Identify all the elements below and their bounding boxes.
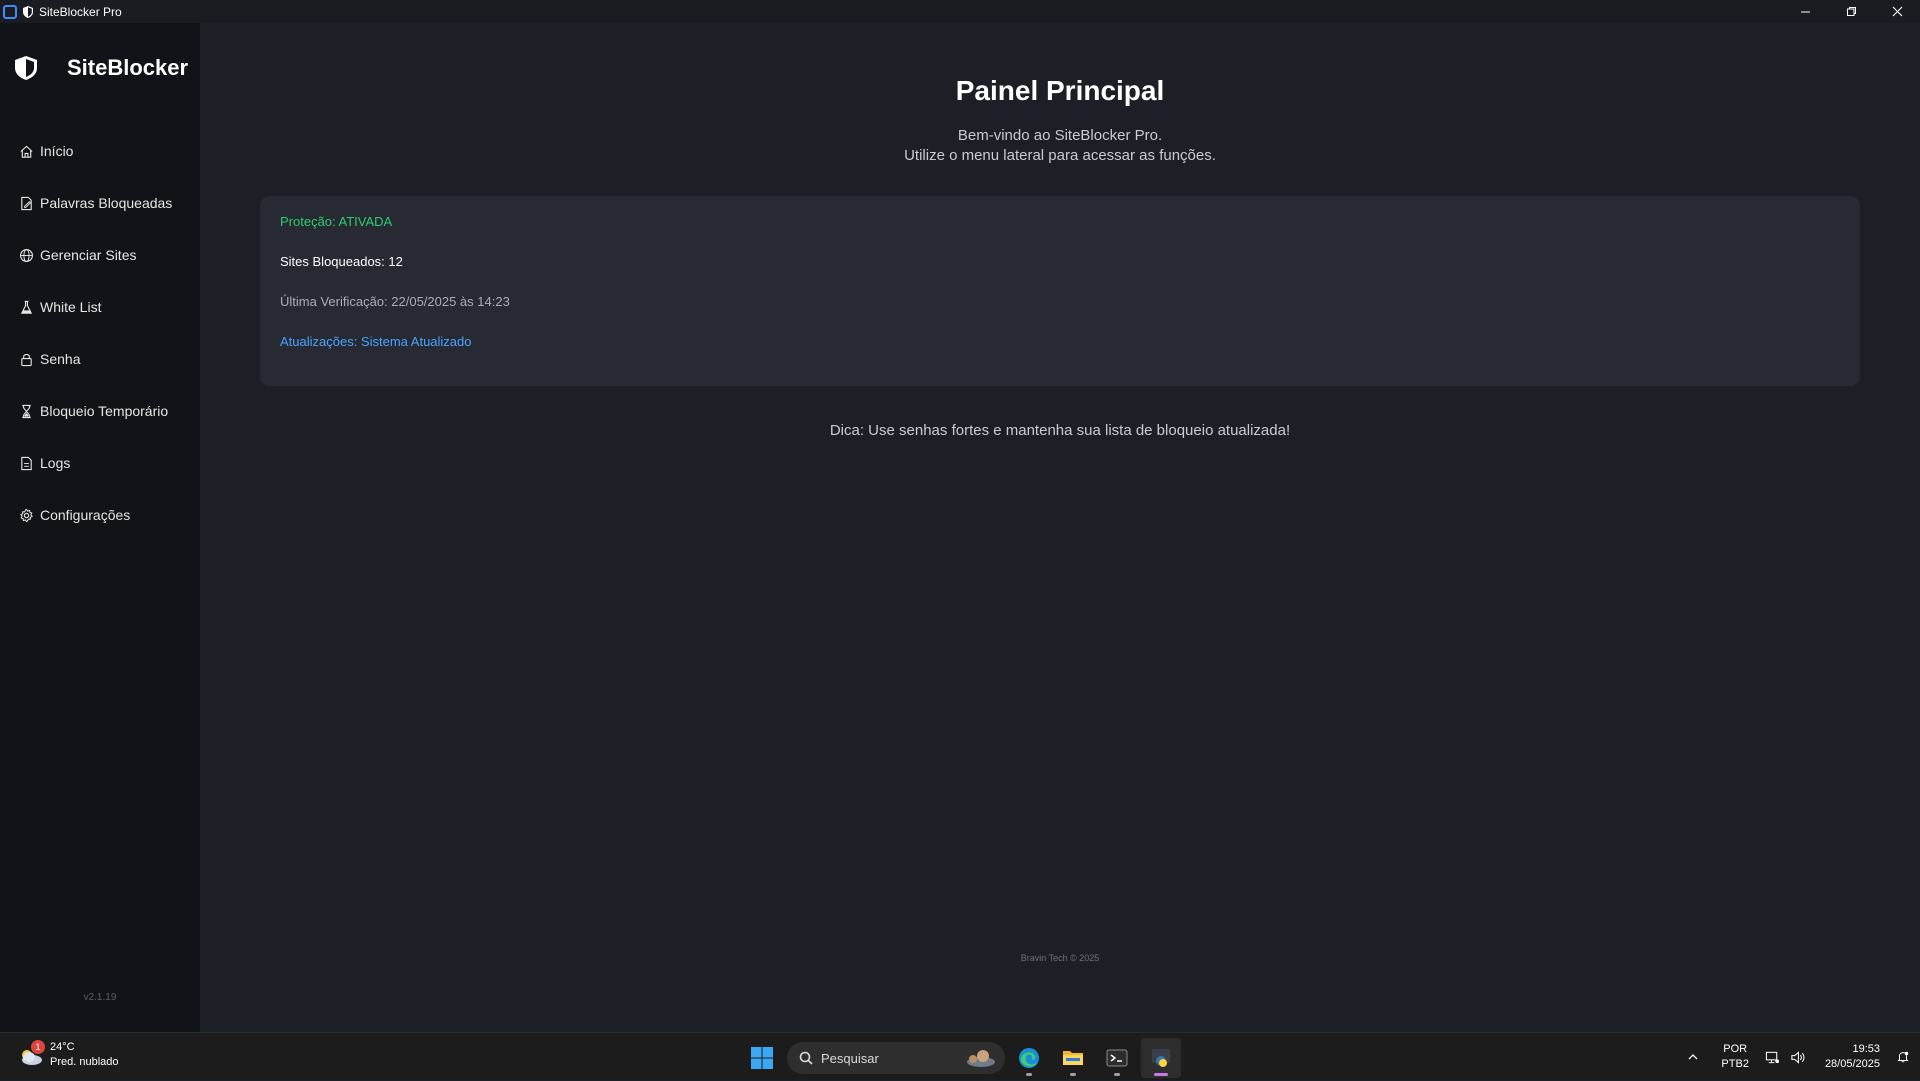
file-icon	[21, 456, 32, 470]
sidebar-item-white-list[interactable]: White List	[0, 281, 200, 333]
network-button[interactable]	[1761, 1050, 1785, 1065]
brand-name: SiteBlocker	[67, 55, 189, 80]
shield-logo-icon	[15, 56, 37, 80]
sidebar-item-configuracoes[interactable]: Configurações	[0, 489, 200, 541]
weather-desc: Pred. nublado	[50, 1056, 119, 1068]
sidebar-item-palavras-bloqueadas[interactable]: Palavras Bloqueadas	[0, 177, 200, 229]
weather-badge: 1	[31, 1040, 45, 1054]
page-title: Painel Principal	[955, 75, 1165, 106]
taskbar-terminal[interactable]	[1097, 1038, 1137, 1078]
start-button[interactable]	[744, 1040, 780, 1076]
notification-bell-icon	[1897, 1051, 1909, 1063]
weather-widget[interactable]: 1 24°C Pred. nublado	[17, 1040, 119, 1070]
lock-icon	[21, 353, 32, 366]
globe-icon	[20, 248, 33, 262]
notifications-button[interactable]	[1892, 1050, 1914, 1064]
flask-icon	[20, 300, 33, 314]
clock-date: 28/05/2025	[1824, 1058, 1880, 1070]
taskbar: 1 24°C Pred. nublado Pesquisar POR PTB2 …	[0, 1032, 1920, 1080]
restore-button[interactable]	[1828, 0, 1874, 23]
taskbar-siteblocker[interactable]	[1141, 1038, 1181, 1078]
hourglass-icon	[22, 404, 31, 418]
volume-button[interactable]	[1785, 1050, 1811, 1065]
language-indicator[interactable]: POR PTB2	[1721, 1042, 1749, 1072]
window-title: SiteBlocker Pro	[39, 4, 122, 19]
sidebar-item-label: Início	[40, 143, 74, 159]
terminal-icon	[1106, 1049, 1128, 1067]
updates-status: Atualizações: Sistema Atualizado	[280, 334, 472, 349]
search-highlight-icon	[967, 1050, 995, 1067]
sidebar-item-inicio[interactable]: Início	[0, 125, 200, 177]
sidebar-item-gerenciar-sites[interactable]: Gerenciar Sites	[0, 229, 200, 281]
sidebar-nav: Início Palavras Bloqueadas Gerenciar Sit…	[0, 125, 200, 541]
cloudy-weather-icon: 1	[17, 1040, 45, 1067]
main-content: Painel Principal Bem-vindo ao SiteBlocke…	[200, 23, 1920, 1032]
sidebar-item-label: Gerenciar Sites	[40, 247, 137, 263]
windows-logo-icon	[751, 1047, 773, 1069]
taskbar-file-explorer[interactable]	[1053, 1038, 1093, 1078]
shield-icon	[23, 5, 33, 18]
taskbar-edge[interactable]	[1009, 1038, 1049, 1078]
close-button[interactable]	[1874, 0, 1920, 23]
status-card: Proteção: ATIVADA Sites Bloqueados: 12 Ú…	[260, 196, 1860, 386]
sidebar: SiteBlocker Início Palavras Bloqueadas G…	[0, 23, 200, 1032]
search-placeholder: Pesquisar	[821, 1050, 879, 1066]
restore-icon	[1846, 7, 1856, 16]
tip-text: Dica: Use senhas fortes e mantenha sua l…	[829, 422, 1291, 439]
home-icon	[20, 145, 33, 158]
clock-time: 19:53	[1852, 1043, 1880, 1055]
instructions-text: Utilize o menu lateral para acessar as f…	[904, 147, 1216, 164]
blocked-sites-count: Sites Bloqueados: 12	[280, 254, 403, 269]
brand: SiteBlocker	[15, 55, 188, 81]
sidebar-item-label: Logs	[40, 455, 71, 471]
weather-temp: 24°C	[50, 1041, 75, 1053]
search-icon	[799, 1051, 813, 1065]
sidebar-item-bloqueio-temporario[interactable]: Bloqueio Temporário	[0, 385, 200, 437]
sidebar-item-senha[interactable]: Senha	[0, 333, 200, 385]
taskbar-search[interactable]: Pesquisar	[787, 1042, 1005, 1074]
speaker-icon	[1791, 1050, 1805, 1064]
folder-icon	[1063, 1051, 1083, 1065]
show-hidden-icons-button[interactable]	[1677, 1051, 1709, 1063]
protection-status: Proteção: ATIVADA	[280, 214, 393, 229]
edge-browser-icon	[1019, 1048, 1039, 1068]
sidebar-item-label: White List	[40, 299, 102, 315]
gear-icon	[20, 508, 33, 522]
title-bar: SiteBlocker Pro	[0, 0, 1920, 23]
chevron-up-icon	[1688, 1054, 1698, 1060]
footer-copyright: Bravin Tech © 2025	[1020, 953, 1100, 963]
minimize-button[interactable]	[1782, 0, 1828, 23]
sidebar-item-label: Configurações	[40, 507, 131, 523]
close-icon	[1892, 6, 1902, 17]
sidebar-item-logs[interactable]: Logs	[0, 437, 200, 489]
version-label: v2.1.19	[83, 992, 117, 1003]
python-app-icon	[1152, 1049, 1170, 1067]
sidebar-item-label: Palavras Bloqueadas	[40, 195, 173, 211]
language-code: POR	[1723, 1043, 1748, 1055]
network-icon	[1766, 1051, 1780, 1063]
clock[interactable]: 19:53 28/05/2025	[1825, 1042, 1880, 1072]
keyboard-layout: PTB2	[1721, 1058, 1749, 1070]
document-edit-icon	[21, 196, 32, 210]
app-window-icon	[3, 4, 17, 19]
last-check-status: Última Verificação: 22/05/2025 às 14:23	[280, 294, 510, 309]
sidebar-item-label: Senha	[40, 351, 81, 367]
minimize-icon	[1800, 11, 1810, 13]
sidebar-item-label: Bloqueio Temporário	[40, 403, 169, 419]
welcome-text: Bem-vindo ao SiteBlocker Pro.	[957, 127, 1163, 144]
